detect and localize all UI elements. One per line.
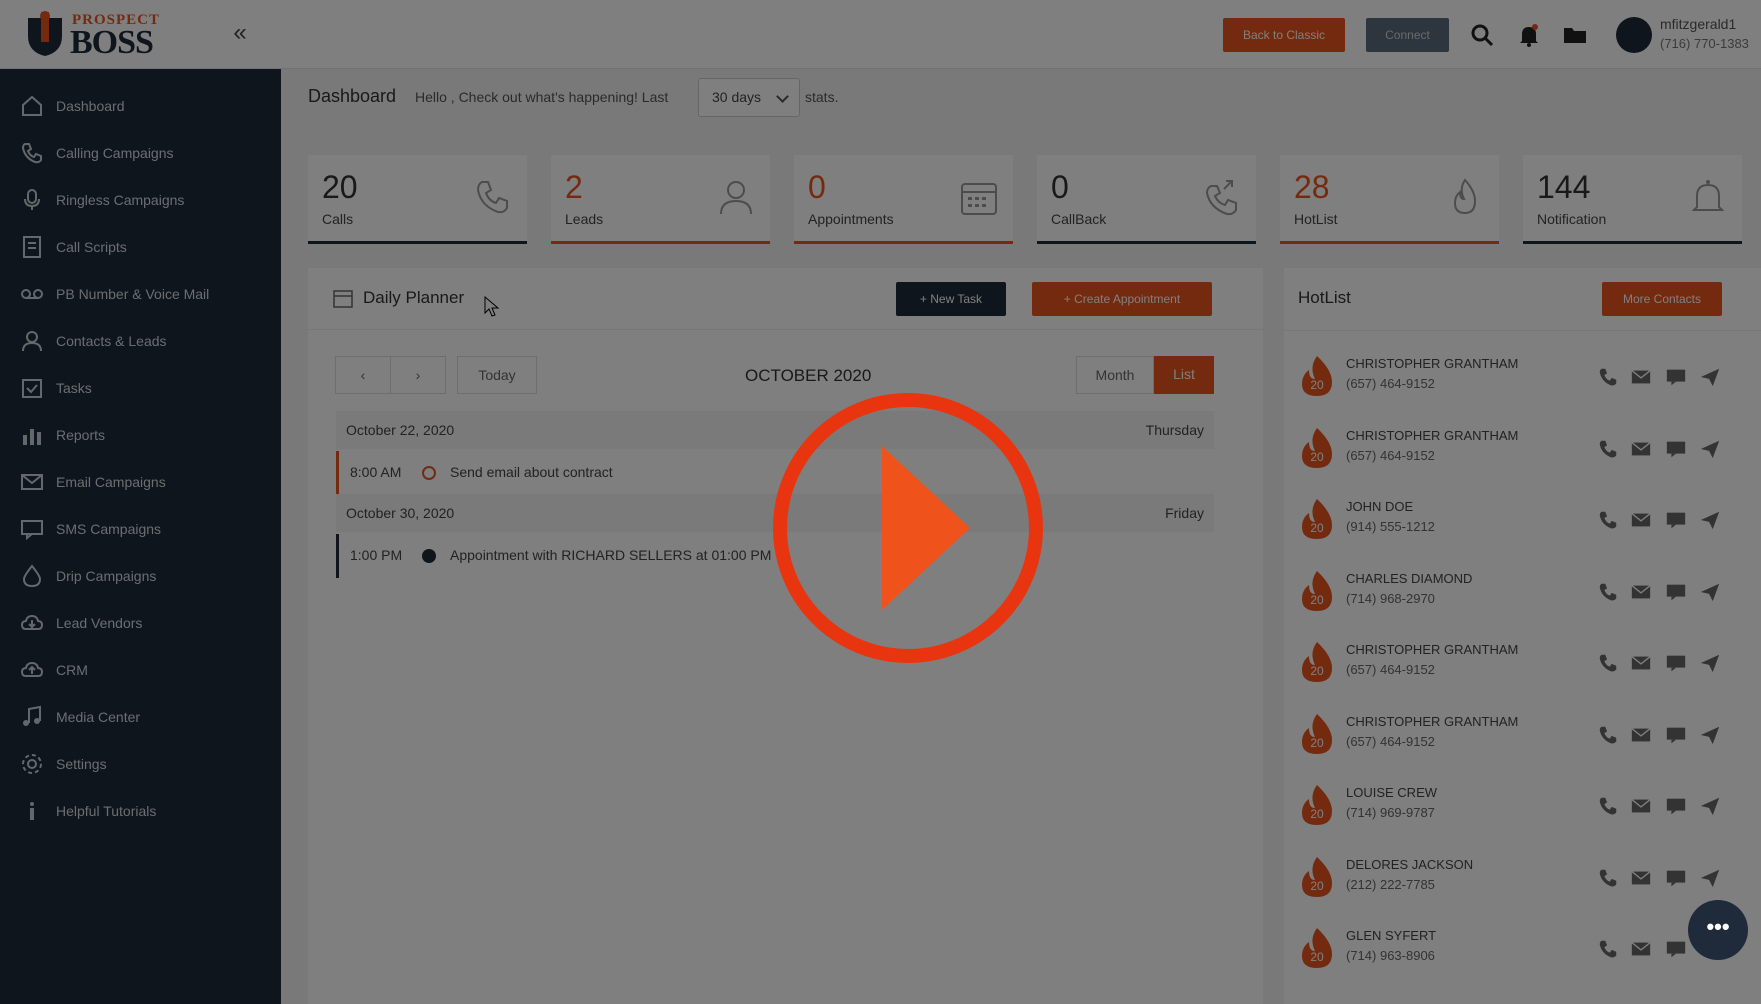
more-options-button[interactable]: ••• [1688,900,1748,960]
play-icon[interactable] [770,390,1046,666]
